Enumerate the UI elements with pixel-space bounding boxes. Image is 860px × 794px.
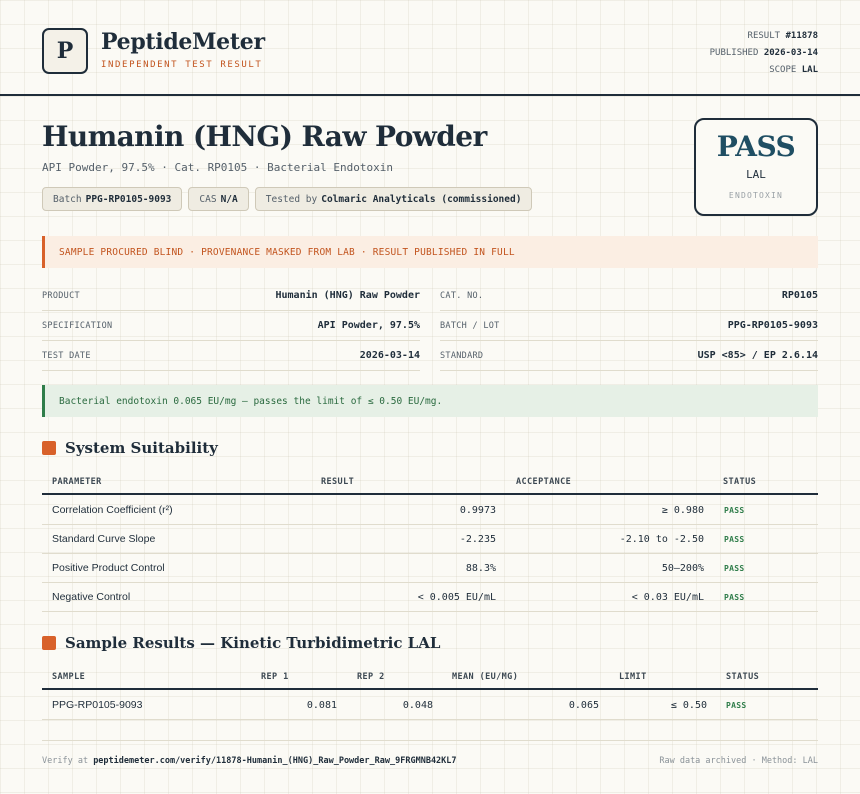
brand-subtitle: INDEPENDENT TEST RESULT (101, 60, 263, 70)
info-row-specification: SPECIFICATION API Powder, 97.5% (42, 311, 420, 341)
info-row-batch-lot: BATCH / LOT PPG-RP0105-9093 (440, 311, 818, 341)
status-badge: PASS (724, 564, 745, 573)
info-row-standard: STANDARD USP <85> / EP 2.6.14 (440, 341, 818, 371)
section-heading-samples: Sample Results — Kinetic Turbidimetric L… (42, 634, 440, 652)
archive-note: Raw data archived · Method: LAL (659, 756, 818, 766)
blind-notice: SAMPLE PROCURED BLIND · PROVENANCE MASKE… (42, 236, 818, 268)
verify-line: Verify at peptidemeter.com/verify/11878-… (42, 756, 457, 766)
info-row-test-date: TEST DATE 2026-03-14 (42, 341, 420, 371)
tested-by-chip: Tested by Colmaric Analyticals (commissio… (254, 187, 533, 211)
page-title: Humanin (HNG) Raw Powder (42, 120, 487, 153)
result-summary: Bacterial endotoxin 0.065 EU/mg — passes… (42, 385, 818, 417)
verdict-category: ENDOTOXIN (728, 191, 784, 200)
verdict-stamp: PASS LAL ENDOTOXIN (694, 118, 818, 216)
info-row-product: PRODUCT Humanin (HNG) Raw Powder (42, 281, 420, 311)
section-marker-icon (42, 636, 56, 650)
table-row: Correlation Coefficient (r²) 0.9973 ≥ 0.… (42, 496, 818, 525)
section-marker-icon (42, 441, 56, 455)
scope-line: SCOPE LAL (769, 65, 818, 75)
status-badge: PASS (724, 535, 745, 544)
info-row-cat-no: CAT. NO. RP0105 (440, 281, 818, 311)
samples-table-header: SAMPLE REP 1 REP 2 MEAN (EU/MG) LIMIT ST… (42, 664, 818, 690)
footer-divider (42, 740, 818, 741)
status-badge: PASS (724, 506, 745, 515)
logo: P (42, 28, 88, 74)
table-row: Negative Control < 0.005 EU/mL < 0.03 EU… (42, 583, 818, 612)
result-id-line: RESULT #11878 (747, 31, 818, 41)
table-row: PPG-RP0105-9093 0.081 0.048 0.065 ≤ 0.50… (42, 691, 818, 720)
page-header: P PeptideMeter INDEPENDENT TEST RESULT R… (0, 0, 860, 96)
section-heading-suitability: System Suitability (42, 439, 218, 457)
batch-chip: Batch PPG-RP0105-9093 (42, 187, 183, 211)
verdict-word: PASS (716, 130, 796, 163)
verdict-method: LAL (746, 168, 766, 181)
status-badge: PASS (726, 701, 747, 710)
chip-row: Batch PPG-RP0105-9093 CAS N/A Tested by Col… (42, 187, 533, 211)
page-subtitle: API Powder, 97.5% · Cat. RP0105 · Bacter… (42, 161, 393, 174)
suitability-table-header: PARAMETER RESULT ACCEPTANCE STATUS (42, 469, 818, 495)
result-meta: RESULT #11878 PUBLISHED 2026-03-14 SCOPE… (710, 28, 818, 79)
table-row: Positive Product Control 88.3% 50–200% P… (42, 554, 818, 583)
cas-chip: CAS N/A (188, 187, 249, 211)
verify-link[interactable]: peptidemeter.com/verify/11878-Humanin_(H… (93, 756, 456, 766)
table-row: Standard Curve Slope -2.235 -2.10 to -2.… (42, 525, 818, 554)
status-badge: PASS (724, 593, 745, 602)
published-line: PUBLISHED 2026-03-14 (709, 48, 818, 58)
brand-name: PeptideMeter (101, 29, 265, 55)
